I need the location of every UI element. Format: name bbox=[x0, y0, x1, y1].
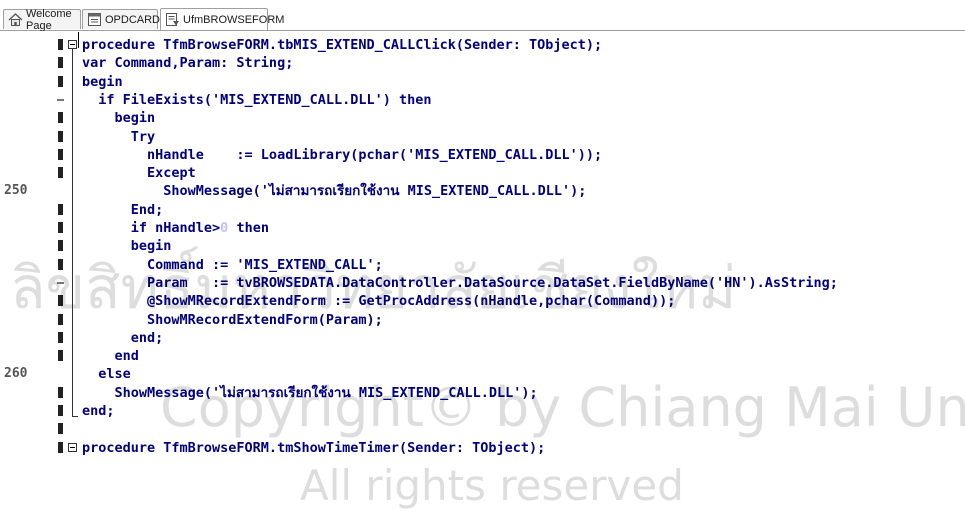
tab-label: Welcome Page bbox=[26, 7, 72, 32]
line-marker-dash bbox=[4, 274, 66, 292]
line-marker bbox=[4, 73, 66, 91]
line-marker bbox=[4, 347, 66, 365]
code-line[interactable]: Except bbox=[82, 164, 196, 182]
watermark-text: All rights reserved bbox=[300, 461, 684, 510]
fold-guide-end bbox=[72, 416, 78, 417]
line-marker bbox=[4, 237, 66, 255]
form-icon bbox=[87, 12, 102, 27]
line-marker bbox=[4, 219, 66, 237]
line-gutter: 250 260 bbox=[0, 31, 66, 522]
code-line[interactable]: Try bbox=[82, 128, 155, 146]
code-line[interactable]: procedure TfmBrowseFORM.tmShowTimeTimer(… bbox=[82, 439, 545, 457]
line-marker bbox=[4, 256, 66, 274]
editor-tab-bar: Welcome Page OPDCARD UfmBROWSEFORM bbox=[0, 0, 965, 32]
line-marker bbox=[4, 311, 66, 329]
line-marker bbox=[4, 146, 66, 164]
code-line[interactable]: if FileExists('MIS_EXTEND_CALL.DLL') the… bbox=[82, 91, 431, 109]
tab-label: UfmBROWSEFORM bbox=[183, 13, 285, 26]
line-marker bbox=[4, 439, 66, 457]
code-line[interactable]: Param := tvBROWSEDATA.DataController.Dat… bbox=[82, 274, 838, 292]
code-line[interactable]: end bbox=[82, 347, 139, 365]
line-number: 260 bbox=[4, 366, 28, 382]
line-number: 250 bbox=[4, 183, 28, 199]
fold-guide-line bbox=[72, 49, 73, 416]
line-marker bbox=[4, 36, 66, 54]
tab-ufmbrowseform[interactable]: UfmBROWSEFORM bbox=[160, 8, 284, 30]
code-line[interactable]: procedure TfmBrowseFORM.tbMIS_EXTEND_CAL… bbox=[82, 36, 602, 54]
code-line[interactable]: Command := 'MIS_EXTEND_CALL'; bbox=[82, 256, 383, 274]
home-icon bbox=[8, 12, 23, 27]
line-marker bbox=[4, 164, 66, 182]
code-line[interactable]: ShowMessage('ไม่สามารถเรียกใช้งาน MIS_EX… bbox=[82, 384, 538, 402]
tab-welcome-page[interactable]: Welcome Page bbox=[3, 7, 81, 32]
unit-icon bbox=[165, 12, 180, 27]
code-line[interactable]: @ShowMRecordExtendForm := GetProcAddress… bbox=[82, 292, 675, 310]
code-line[interactable]: End; bbox=[82, 201, 164, 219]
line-marker bbox=[4, 384, 66, 402]
tab-opdcard[interactable]: OPDCARD bbox=[82, 9, 161, 29]
line-marker bbox=[4, 109, 66, 127]
fold-toggle-icon[interactable] bbox=[68, 442, 77, 452]
code-line[interactable]: var Command,Param: String; bbox=[82, 54, 293, 72]
code-line[interactable]: begin bbox=[82, 73, 123, 91]
line-marker bbox=[4, 402, 66, 420]
code-editor[interactable]: 250 260 procedure TfmBrowseFORM.tbMIS_EXT… bbox=[0, 31, 965, 522]
line-marker bbox=[4, 201, 66, 219]
code-line[interactable]: else bbox=[82, 365, 131, 383]
line-marker bbox=[4, 54, 66, 72]
numeric-literal: 0 bbox=[220, 220, 229, 236]
fold-toggle-icon[interactable] bbox=[68, 40, 77, 49]
line-marker bbox=[4, 128, 66, 146]
line-marker bbox=[4, 329, 66, 347]
code-line[interactable]: ShowMessage('ไม่สามารถเรียกใช้งาน MIS_EX… bbox=[82, 182, 586, 200]
text-cursor bbox=[78, 32, 79, 48]
code-line[interactable]: begin bbox=[82, 109, 156, 127]
code-line[interactable]: end; bbox=[82, 402, 115, 420]
line-marker bbox=[4, 420, 66, 438]
code-line[interactable]: begin bbox=[82, 237, 172, 255]
code-line[interactable]: end; bbox=[82, 329, 164, 347]
code-line[interactable]: if nHandle>0 then bbox=[82, 219, 269, 237]
line-marker-dash bbox=[4, 91, 66, 109]
line-marker bbox=[4, 292, 66, 310]
code-line[interactable]: ShowMRecordExtendForm(Param); bbox=[82, 311, 383, 329]
code-line[interactable]: nHandle := LoadLibrary(pchar('MIS_EXTEND… bbox=[82, 146, 602, 164]
tab-label: OPDCARD bbox=[105, 13, 161, 26]
